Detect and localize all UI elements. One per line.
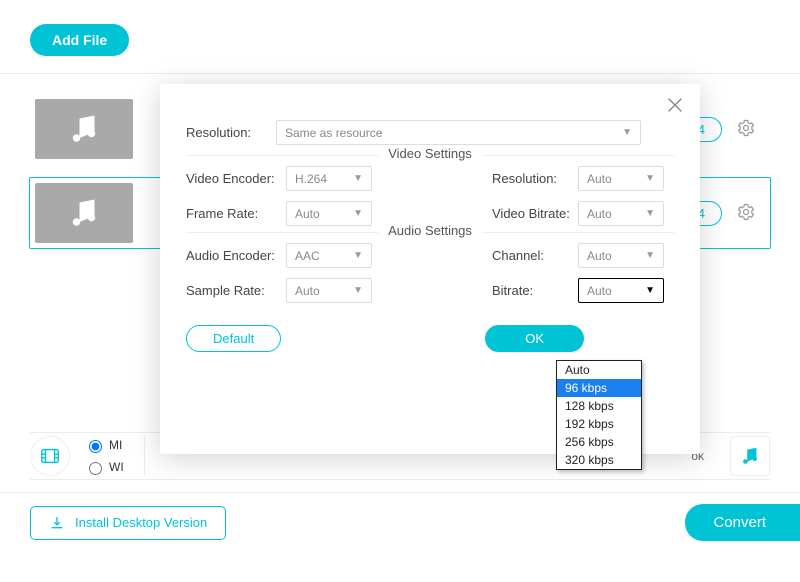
channel-label: Channel:	[492, 248, 578, 263]
audio-encoder-label: Audio Encoder:	[186, 248, 286, 263]
resolution-select[interactable]: Same as resource▼	[276, 120, 641, 145]
resolution-row: Resolution: Same as resource▼	[186, 120, 674, 145]
bitrate-option[interactable]: 320 kbps	[557, 451, 641, 469]
add-file-button[interactable]: Add File	[30, 24, 129, 56]
sample-rate-select[interactable]: Auto▼	[286, 278, 372, 303]
audio-bitrate-select[interactable]: Auto▼	[578, 278, 664, 303]
bitrate-option[interactable]: Auto	[557, 361, 641, 379]
video-settings-heading: Video Settings	[378, 146, 482, 161]
video-encoder-label: Video Encoder:	[186, 171, 286, 186]
install-desktop-button[interactable]: Install Desktop Version	[30, 506, 226, 540]
file-thumbnail-music-icon	[35, 183, 133, 243]
bitrate-option[interactable]: 128 kbps	[557, 397, 641, 415]
output-radio-option-2[interactable]: WI	[84, 459, 124, 475]
audio-bitrate-dropdown[interactable]: Auto96 kbps128 kbps192 kbps256 kbps320 k…	[556, 360, 642, 470]
resolution-label: Resolution:	[186, 125, 276, 140]
sample-rate-label: Sample Rate:	[186, 283, 286, 298]
video-format-icon[interactable]	[30, 436, 70, 476]
audio-encoder-select[interactable]: AAC▼	[286, 243, 372, 268]
install-desktop-label: Install Desktop Version	[75, 515, 207, 530]
settings-gear-icon[interactable]	[736, 118, 756, 141]
bitrate-option[interactable]: 256 kbps	[557, 433, 641, 451]
audio-bitrate-label: Bitrate:	[492, 283, 578, 298]
audio-settings-heading: Audio Settings	[378, 223, 482, 238]
audio-format-icon[interactable]	[730, 436, 770, 476]
video-resolution-select[interactable]: Auto▼	[578, 166, 664, 191]
footer: Install Desktop Version Convert	[0, 492, 800, 552]
bitrate-option[interactable]: 192 kbps	[557, 415, 641, 433]
video-resolution-label: Resolution:	[492, 171, 578, 186]
default-button[interactable]: Default	[186, 325, 281, 352]
video-bitrate-label: Video Bitrate:	[492, 206, 578, 221]
topbar: Add File	[0, 0, 800, 74]
audio-settings-divider: Audio Settings	[186, 232, 674, 233]
bitrate-option[interactable]: 96 kbps	[557, 379, 641, 397]
channel-select[interactable]: Auto▼	[578, 243, 664, 268]
file-thumbnail-music-icon	[35, 99, 133, 159]
frame-rate-label: Frame Rate:	[186, 206, 286, 221]
convert-button[interactable]: Convert	[685, 504, 800, 541]
download-icon	[49, 515, 65, 531]
frame-rate-select[interactable]: Auto▼	[286, 201, 372, 226]
settings-gear-icon[interactable]	[736, 202, 756, 225]
output-radio-group: MI WI	[84, 437, 124, 475]
video-encoder-select[interactable]: H.264▼	[286, 166, 372, 191]
close-icon[interactable]	[664, 94, 686, 119]
divider	[144, 436, 145, 476]
output-radio-option-1[interactable]: MI	[84, 437, 124, 453]
video-bitrate-select[interactable]: Auto▼	[578, 201, 664, 226]
video-settings-divider: Video Settings	[186, 155, 674, 156]
ok-button[interactable]: OK	[485, 325, 584, 352]
